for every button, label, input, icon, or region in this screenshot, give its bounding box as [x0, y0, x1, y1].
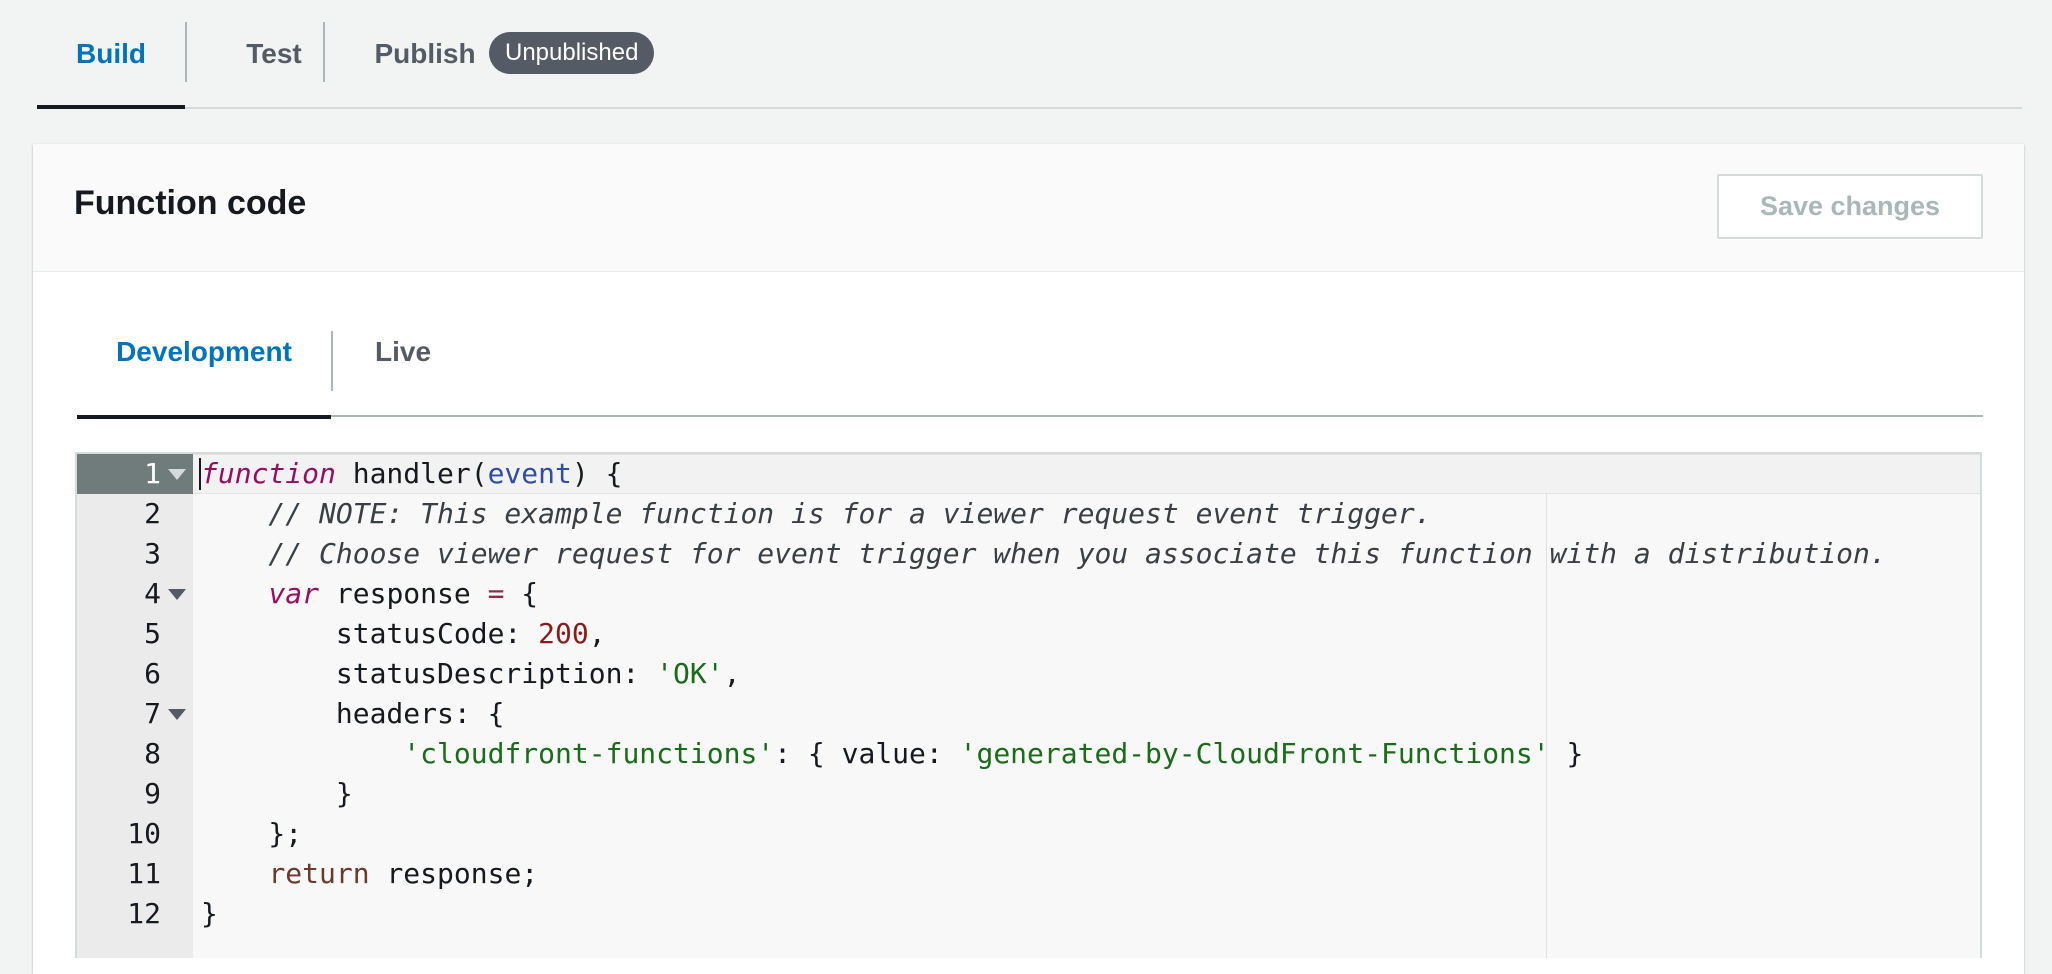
code-line: 7 headers: { [77, 694, 1980, 734]
code-text: headers: { [201, 697, 505, 730]
panel-title: Function code [74, 184, 307, 222]
code-text: return response; [268, 857, 539, 890]
top-tabs: Build Test Publish Unpublished [37, 0, 2022, 109]
save-changes-button[interactable]: Save changes [1717, 174, 1983, 239]
line-number: 4 [144, 577, 161, 610]
line-number: 9 [144, 777, 161, 810]
code-text: 'cloudfront-functions': { value: 'genera… [403, 737, 1584, 770]
code-line: 12 } [77, 894, 1980, 934]
code-line: 3 // Choose viewer request for event tri… [77, 534, 1980, 574]
code-line: 8 'cloudfront-functions': { value: 'gene… [77, 734, 1980, 774]
code-line: 11 return response; [77, 854, 1980, 894]
code-stage-tabs: Development Live [77, 286, 1983, 419]
line-number: 5 [144, 617, 161, 650]
line-number: 8 [144, 737, 161, 770]
code-line: 5 statusCode: 200, [77, 614, 1980, 654]
line-number: 11 [127, 857, 161, 890]
code-line: 2 // NOTE: This example function is for … [77, 494, 1980, 534]
code-text: }; [201, 817, 303, 850]
code-editor[interactable]: 1 function handler(event) { 2 // NOTE: T… [75, 452, 1982, 958]
line-number: 1 [144, 457, 161, 490]
line-number: 6 [144, 657, 161, 690]
line-number: 10 [127, 817, 161, 850]
code-line: 9 } [77, 774, 1980, 814]
code-line: 4 var response = { [77, 574, 1980, 614]
code-text: } [201, 777, 353, 810]
code-line: 6 statusDescription: 'OK', [77, 654, 1980, 694]
tab-live[interactable]: Live [333, 286, 473, 417]
fold-toggle-icon[interactable] [168, 709, 186, 720]
tab-build[interactable]: Build [37, 0, 185, 109]
status-badge: Unpublished [489, 32, 655, 74]
line-number: 7 [144, 697, 161, 730]
line-number: 12 [127, 897, 161, 930]
code-line: 1 function handler(event) { [77, 454, 1980, 494]
code-text: statusDescription: 'OK', [201, 657, 741, 690]
fold-toggle-icon[interactable] [168, 589, 186, 600]
code-text: statusCode: 200, [201, 617, 606, 650]
code-comment: // Choose viewer request for event trigg… [201, 537, 1887, 570]
code-text: } [201, 897, 218, 930]
line-number: 2 [144, 497, 161, 530]
code-comment: // NOTE: This example function is for a … [201, 497, 1432, 530]
panel-header: Function code Save changes [33, 144, 2024, 272]
code-text: function handler(event) { [201, 457, 623, 490]
code-line: 10 }; [77, 814, 1980, 854]
fold-toggle-icon[interactable] [168, 469, 186, 480]
tab-development[interactable]: Development [77, 286, 331, 419]
line-number: 3 [144, 537, 161, 570]
code-text: var response = { [268, 577, 539, 610]
